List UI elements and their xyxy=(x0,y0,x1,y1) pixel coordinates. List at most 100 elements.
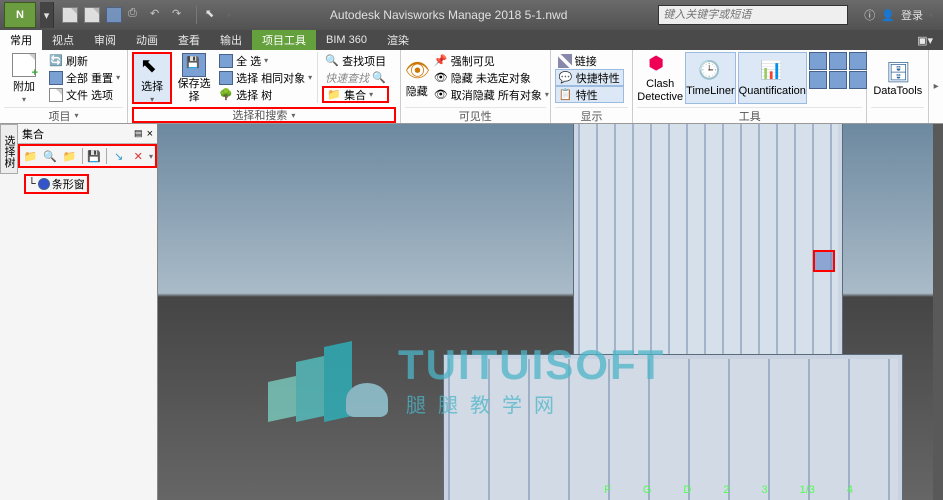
panel-display: 链接 💬快捷特性 📋特性 显示 xyxy=(551,50,634,123)
database-icon: 🗄 xyxy=(886,60,910,84)
links-button[interactable]: 链接 xyxy=(555,52,624,69)
grid-labels: FGD 231/34 xyxy=(604,484,853,496)
keyword-search-input[interactable] xyxy=(658,5,848,25)
clash-detective-button[interactable]: ⬢ Clash Detective xyxy=(637,52,683,104)
panel-project-label[interactable]: 项目▾ xyxy=(4,107,123,123)
new-folder-icon[interactable]: 📁 xyxy=(22,147,40,165)
panel-menu-icon[interactable]: ▤ xyxy=(134,128,143,139)
file-options-icon xyxy=(49,88,63,102)
panel-tools-label: 工具 xyxy=(637,107,862,123)
file-options-button[interactable]: 文件 选项 xyxy=(46,86,123,103)
sets-button[interactable]: 📁集合▾ xyxy=(322,86,389,103)
sets-icon: 📁 xyxy=(327,88,341,102)
new-search-set-icon[interactable]: 🔍 xyxy=(42,147,60,165)
delete-icon[interactable]: ✕ xyxy=(129,147,147,165)
open-icon[interactable] xyxy=(84,7,100,23)
building-model xyxy=(443,124,913,500)
toolbar-sep xyxy=(82,148,83,164)
save-set-icon[interactable]: 💾 xyxy=(85,147,103,165)
append-button[interactable]: + 附加 ▾ xyxy=(4,52,44,104)
watermark: TUITUISOFT 腿腿教学网 xyxy=(268,339,665,419)
undo-icon[interactable]: ↶ xyxy=(150,7,166,23)
tab-review[interactable]: 审阅 xyxy=(84,30,126,50)
tab-output[interactable]: 输出 xyxy=(210,30,252,50)
append-drop: ▾ xyxy=(22,95,26,104)
quick-props-icon: 💬 xyxy=(559,71,573,85)
tab-animation[interactable]: 动画 xyxy=(126,30,168,50)
select-cursor-icon[interactable]: ⬉ xyxy=(205,7,221,23)
refresh-button[interactable]: 🔄刷新 xyxy=(46,52,123,69)
sets-panel-header: 集合 ▤ × xyxy=(18,124,157,144)
timeliner-icon: 🕒 xyxy=(698,60,722,84)
hide-button[interactable]: 👁 隐藏 xyxy=(405,52,429,104)
require-visible-button[interactable]: 📌强制可见 xyxy=(431,52,552,69)
panel-select-search-label[interactable]: 选择和搜索▾ xyxy=(132,107,396,123)
save-select-button[interactable]: 💾 保存选择 xyxy=(174,52,214,104)
tool-btn-6[interactable] xyxy=(849,71,867,89)
tree-item-window[interactable]: └ 条形窗 xyxy=(24,174,89,194)
quick-access-toolbar: ⎙ ↶ ↷ ⬉ ▾ xyxy=(54,6,239,24)
link-icon xyxy=(558,54,572,68)
watermark-subtitle: 腿腿教学网 xyxy=(398,389,665,418)
import-icon[interactable]: ↘ xyxy=(110,147,128,165)
tool-btn-4[interactable] xyxy=(809,71,827,89)
tab-item-tools[interactable]: 项目工具 xyxy=(252,30,316,50)
ribbon-expand[interactable]: ▸ xyxy=(929,50,943,123)
refresh-icon: 🔄 xyxy=(49,54,63,68)
tool-btn-5[interactable] xyxy=(829,71,847,89)
select-all-button[interactable]: 全 选▾ xyxy=(216,52,315,69)
tool-btn-1[interactable] xyxy=(809,52,827,70)
new-selection-set-icon[interactable]: 📁 xyxy=(61,147,79,165)
panel-visibility: 👁 隐藏 📌强制可见 👁隐藏 未选定对象 👁取消隐藏 所有对象▾ 可见性 xyxy=(401,50,551,123)
datatools-button[interactable]: 🗄 DataTools xyxy=(871,52,924,104)
tab-viewpoint[interactable]: 视点 xyxy=(42,30,84,50)
tab-common[interactable]: 常用 xyxy=(0,30,42,50)
reset-all-button[interactable]: 全部 重置▾ xyxy=(46,69,123,86)
quantification-button[interactable]: 📊 Quantification xyxy=(738,52,807,104)
unhide-all-button[interactable]: 👁取消隐藏 所有对象▾ xyxy=(431,86,552,103)
tool-btn-3[interactable] xyxy=(849,52,867,70)
find-item-button[interactable]: 🔍查找项目 xyxy=(322,52,389,69)
selection-set-icon xyxy=(38,178,50,190)
qat-customize[interactable]: ▾ xyxy=(227,11,231,20)
select-tree-button[interactable]: 🌳选择 树 xyxy=(216,86,315,103)
properties-button[interactable]: 📋特性 xyxy=(555,86,624,103)
login-drop[interactable]: ▾ xyxy=(929,11,933,20)
panel-select-search: ⬉ 选择 ▾ 💾 保存选择 全 选▾ 选择 相同对象▾ 🌳选择 树 🔍查找项目 … xyxy=(128,50,401,123)
reset-icon xyxy=(49,71,63,85)
panel-datatools-label xyxy=(871,107,924,123)
tab-bim360[interactable]: BIM 360 xyxy=(316,30,377,50)
panel-tools: ⬢ Clash Detective 🕒 TimeLiner 📊 Quantifi… xyxy=(633,50,867,123)
tab-view[interactable]: 查看 xyxy=(168,30,210,50)
select-button[interactable]: ⬉ 选择 ▾ xyxy=(132,52,172,104)
info-icon[interactable]: ⓘ xyxy=(864,7,875,23)
panel-visibility-label: 可见性 xyxy=(405,107,546,123)
sets-tree[interactable]: └ 条形窗 xyxy=(18,168,157,200)
app-icon[interactable]: N xyxy=(4,2,36,28)
save-icon[interactable] xyxy=(106,7,122,23)
toolbar-sep2 xyxy=(106,148,107,164)
save-select-icon: 💾 xyxy=(182,53,206,77)
redo-icon[interactable]: ↷ xyxy=(172,7,188,23)
user-icon[interactable]: 👤 xyxy=(881,9,895,22)
tool-btn-2[interactable] xyxy=(829,52,847,70)
viewport-3d[interactable]: TUITUISOFT 腿腿教学网 FGD 231/34 xyxy=(158,124,933,500)
timeliner-button[interactable]: 🕒 TimeLiner xyxy=(685,52,736,104)
selection-tree-tab[interactable]: 选择树 xyxy=(0,124,18,174)
search-go-icon[interactable]: 🔍 xyxy=(372,71,386,84)
append-label: 附加 xyxy=(13,78,35,94)
hide-unselected-button[interactable]: 👁隐藏 未选定对象 xyxy=(431,69,552,86)
panel-close-icon[interactable]: × xyxy=(147,128,153,140)
quick-find-input[interactable]: 快速查找🔍 xyxy=(322,69,389,86)
panel-display-label: 显示 xyxy=(555,107,629,123)
print-icon[interactable]: ⎙ xyxy=(128,7,144,23)
tab-render[interactable]: 渲染 xyxy=(377,30,419,50)
login-link[interactable]: 登录 xyxy=(901,7,923,23)
select-all-icon xyxy=(219,54,233,68)
selected-element-marker[interactable] xyxy=(813,250,835,272)
quick-props-button[interactable]: 💬快捷特性 xyxy=(555,69,624,86)
app-menu-drop[interactable]: ▾ xyxy=(40,2,54,28)
ribbon-toggle[interactable]: ▣▾ xyxy=(907,30,943,50)
new-icon[interactable] xyxy=(62,7,78,23)
select-same-button[interactable]: 选择 相同对象▾ xyxy=(216,69,315,86)
